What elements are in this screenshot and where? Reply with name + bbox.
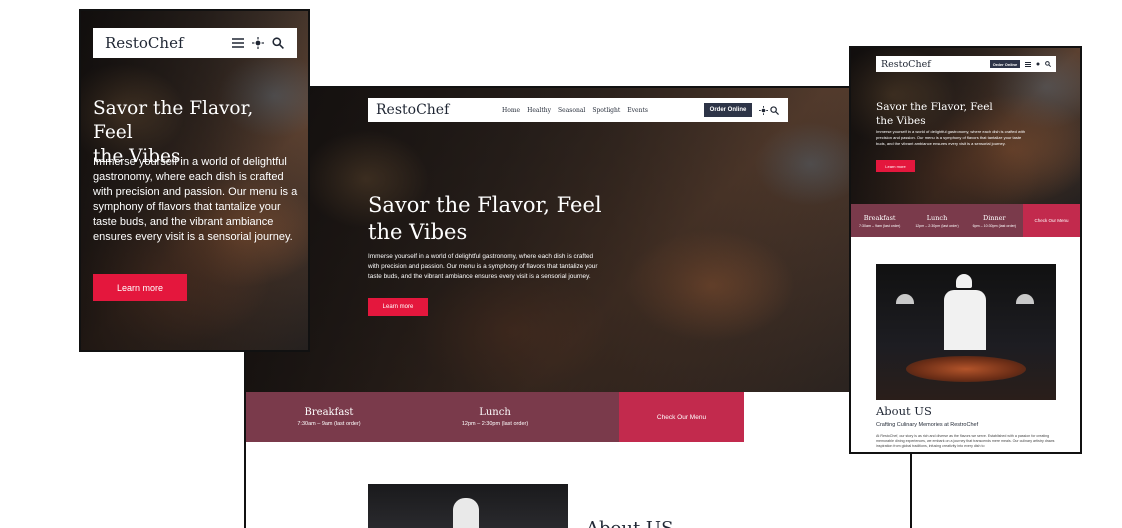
tablet-about-title: About US <box>876 404 932 418</box>
desktop-about-image <box>368 484 568 528</box>
search-icon[interactable] <box>768 105 780 115</box>
lamp-shape <box>1016 294 1034 304</box>
chef-hat-shape <box>956 274 972 288</box>
tablet-about-body: At RestoChef, our story is as rich and d… <box>876 434 1055 448</box>
chef-figure-shape <box>944 290 986 350</box>
meal-breakfast: Breakfast 7:30am – 9am (last order) <box>246 392 412 442</box>
mobile-navbar: RestoChef <box>93 28 297 58</box>
menu-icon[interactable] <box>231 36 245 50</box>
meal-breakfast-time: 7:30am – 9am (last order) <box>858 223 901 228</box>
tablet-order-online-button[interactable]: Order Online <box>990 60 1020 68</box>
meal-dinner-name: Dinner <box>983 213 1006 222</box>
menu-icon[interactable] <box>1024 61 1031 68</box>
chef-hat-shape <box>453 498 479 528</box>
meal-lunch: Lunch 12pm – 2:30pm (last order) <box>908 204 966 237</box>
meal-dinner-time: 6pm – 10:30pm (last order) <box>972 223 1016 228</box>
desktop-learn-more-button[interactable]: Learn more <box>368 298 428 316</box>
nav-link-events[interactable]: Events <box>627 107 648 114</box>
desktop-navbar: RestoChef Home Healthy Seasonal Spotligh… <box>368 98 788 122</box>
tablet-hero-title: Savor the Flavor, Feel the Vibes <box>876 100 1026 128</box>
nav-link-seasonal[interactable]: Seasonal <box>558 107 585 114</box>
nav-link-healthy[interactable]: Healthy <box>527 107 551 114</box>
hero-title-line1: Savor the Flavor, Feel <box>876 101 993 113</box>
nav-link-home[interactable]: Home <box>502 107 520 114</box>
mobile-mockup: RestoChef Savor the Flavor, Feel the Vib… <box>79 9 310 352</box>
nav-link-spotlight[interactable]: Spotlight <box>592 107 620 114</box>
mobile-hero-body: Immerse yourself in a world of delightfu… <box>93 156 298 243</box>
meal-lunch-time: 12pm – 2:30pm (last order) <box>461 421 529 427</box>
tablet-check-menu-button[interactable]: Check Our Menu <box>1023 204 1080 237</box>
meal-breakfast-name: Breakfast <box>863 213 896 222</box>
tablet-learn-more-button[interactable]: Learn more <box>876 160 915 172</box>
sun-icon[interactable] <box>1034 61 1041 68</box>
desktop-about-title: About US <box>586 518 673 528</box>
hero-title-line1: Savor the Flavor, Feel <box>93 98 254 143</box>
food-platter-shape <box>906 356 1026 382</box>
tablet-logo[interactable]: RestoChef <box>881 59 990 70</box>
desktop-check-menu-button[interactable]: Check Our Menu <box>619 392 744 442</box>
hero-title-line2: the Vibes <box>876 115 926 127</box>
mobile-learn-more-button[interactable]: Learn more <box>93 274 187 301</box>
tablet-meal-bar: Breakfast 7:30am – 9am (last order) Lunc… <box>851 204 1023 237</box>
meal-breakfast-time: 7:30am – 9am (last order) <box>297 421 361 427</box>
mobile-logo[interactable]: RestoChef <box>105 34 231 52</box>
hero-title-line2: the Vibes <box>368 220 468 244</box>
tablet-about-subtitle: Crafting Culinary Memories at RestroChef <box>876 422 979 428</box>
search-icon[interactable] <box>271 36 285 50</box>
meal-dinner: Dinner 6pm – 10:30pm (last order) <box>965 204 1023 237</box>
tablet-navbar: RestoChef Order Online <box>876 56 1056 72</box>
meal-breakfast-name: Breakfast <box>304 407 354 418</box>
desktop-hero-title: Savor the Flavor, Feel the Vibes <box>368 192 608 246</box>
search-icon[interactable] <box>1044 61 1051 68</box>
meal-lunch-time: 12pm – 2:30pm (last order) <box>915 223 959 228</box>
desktop-order-online-button[interactable]: Order Online <box>704 103 752 117</box>
desktop-nav-links: Home Healthy Seasonal Spotlight Events <box>502 107 704 114</box>
tablet-hero-body: Immerse yourself in a world of delightfu… <box>876 129 1026 146</box>
sun-icon[interactable] <box>758 105 768 115</box>
meal-lunch: Lunch 12pm – 2:30pm (last order) <box>412 392 578 442</box>
desktop-logo[interactable]: RestoChef <box>376 102 502 118</box>
desktop-mockup: RestoChef Home Healthy Seasonal Spotligh… <box>244 86 912 528</box>
tablet-mockup: RestoChef Order Online Savor the Flavor,… <box>849 46 1082 454</box>
meal-lunch-name: Lunch <box>479 407 511 418</box>
sun-icon[interactable] <box>251 36 265 50</box>
meal-lunch-name: Lunch <box>926 213 948 222</box>
lamp-shape <box>896 294 914 304</box>
tablet-about-image <box>876 264 1056 400</box>
meal-breakfast: Breakfast 7:30am – 9am (last order) <box>851 204 909 237</box>
hero-title-line1: Savor the Flavor, Feel <box>368 193 602 217</box>
desktop-hero-body: Immerse yourself in a world of delightfu… <box>368 253 598 280</box>
